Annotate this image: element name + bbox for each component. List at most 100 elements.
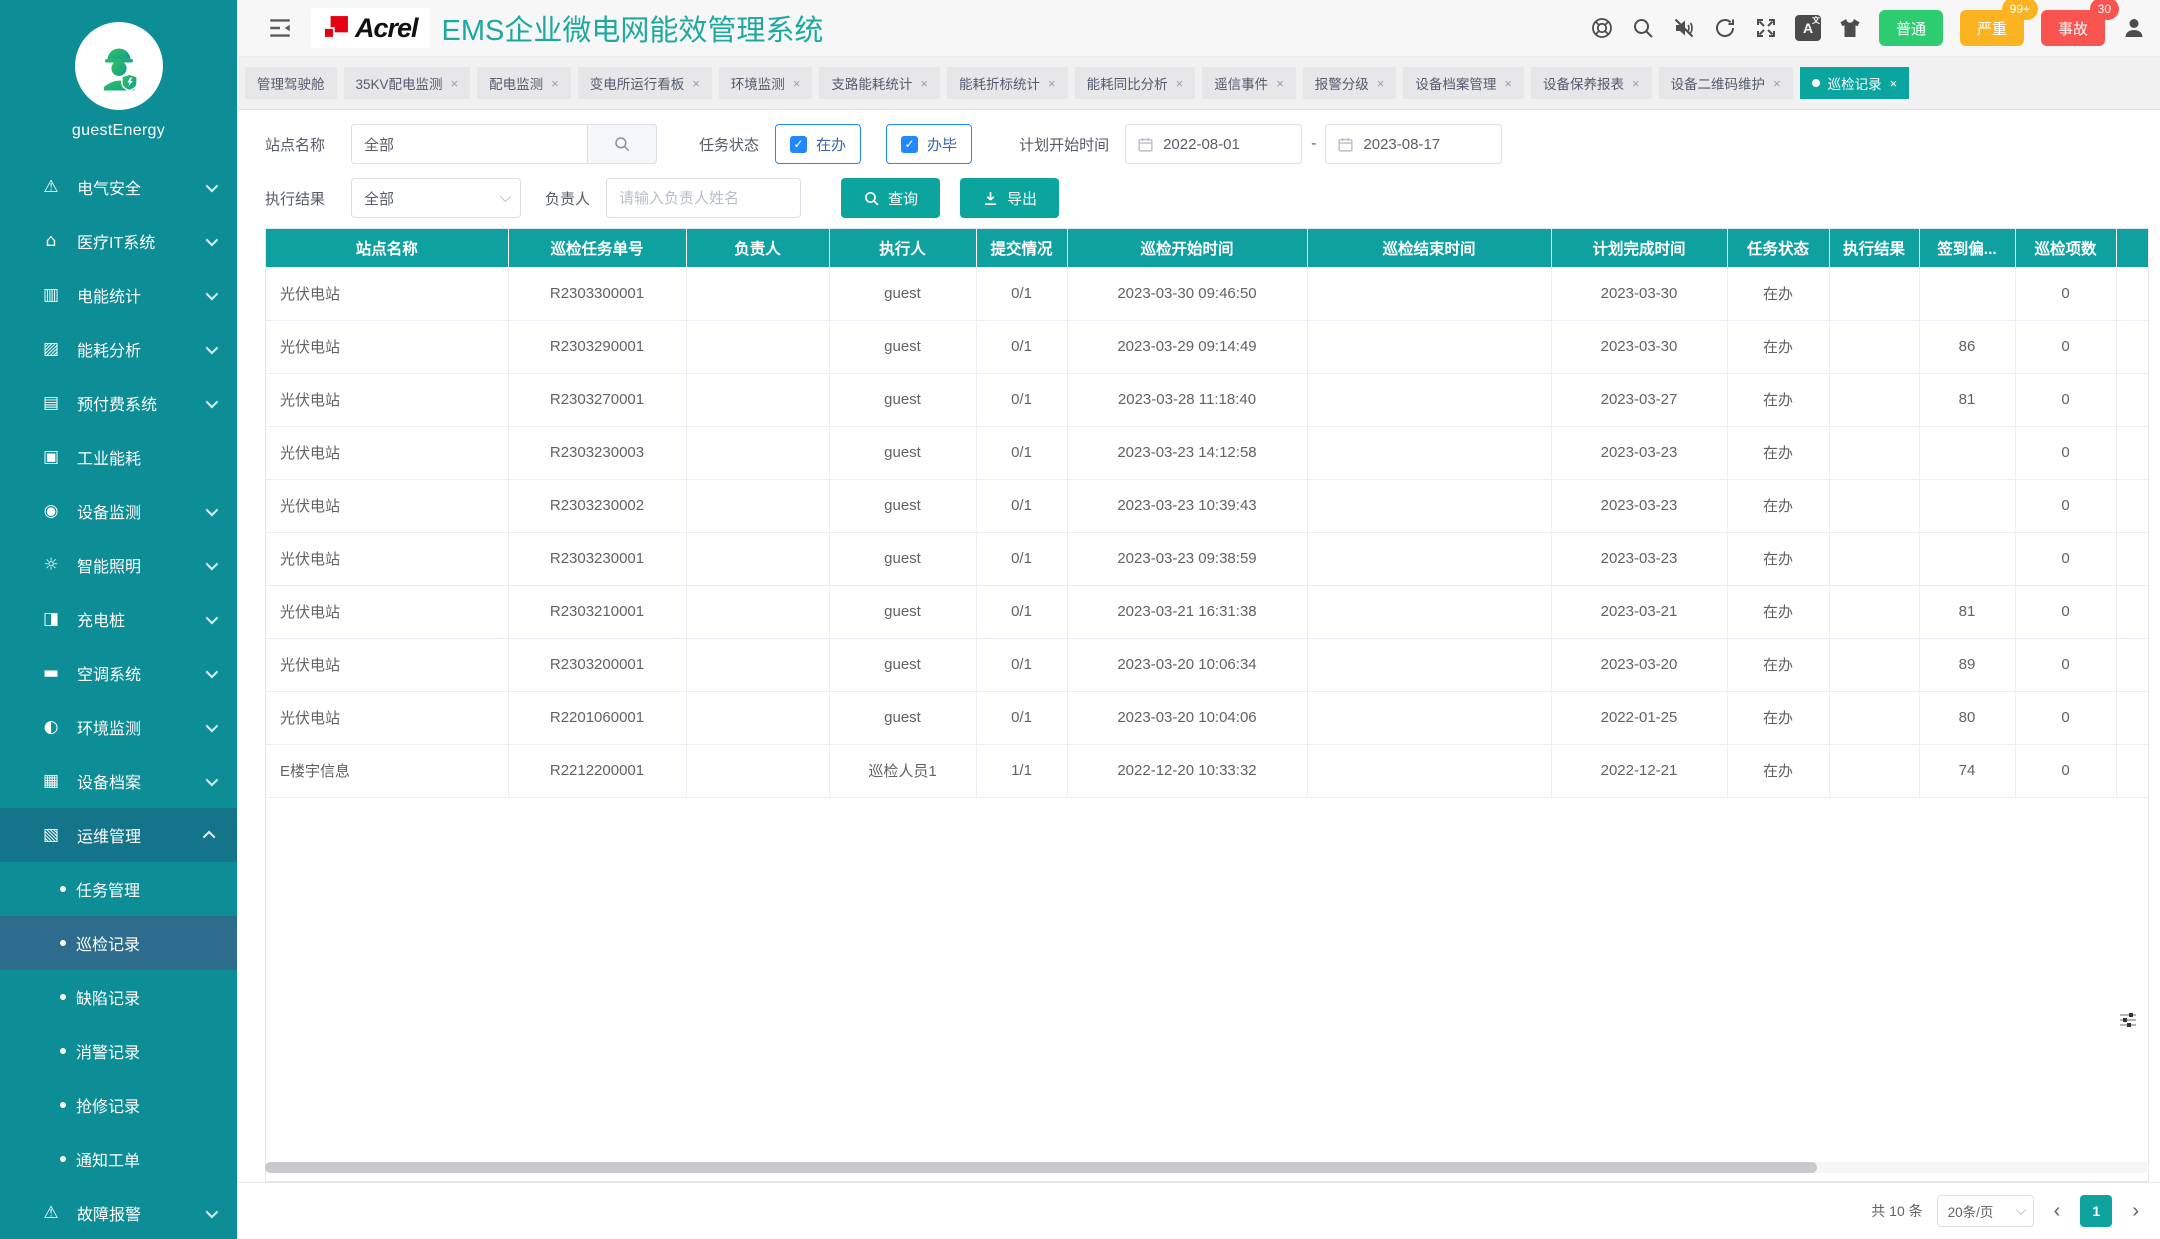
table-row[interactable]: 光伏电站 R2303290001 guest 0/1 2023-03-29 09… bbox=[266, 320, 2149, 373]
sidebar-item[interactable]: ▣ 工业能耗 bbox=[0, 430, 237, 484]
sidebar-item-fault-alarm[interactable]: ⚠ 故障报警 bbox=[0, 1186, 237, 1239]
user-icon[interactable] bbox=[2122, 16, 2146, 40]
table-row[interactable]: 光伏电站 R2303230001 guest 0/1 2023-03-23 09… bbox=[266, 532, 2149, 585]
tab[interactable]: 报警分级 × bbox=[1303, 67, 1397, 99]
status-checkbox-button[interactable]: ✓ 在办 bbox=[775, 124, 861, 164]
tab[interactable]: 遥信事件 × bbox=[1202, 67, 1296, 99]
page-size-select[interactable]: 20条/页 bbox=[1937, 1195, 2034, 1227]
status-checkbox-button[interactable]: ✓ 办毕 bbox=[886, 124, 972, 164]
alarm-level-badge[interactable]: 事故 30 bbox=[2041, 10, 2105, 46]
refresh-icon[interactable] bbox=[1713, 16, 1737, 40]
export-button[interactable]: 导出 bbox=[960, 178, 1059, 218]
alarm-level-badge[interactable]: 普通 bbox=[1879, 10, 1943, 46]
cell-owner bbox=[686, 638, 829, 691]
sidebar-subitem[interactable]: 消警记录 bbox=[0, 1024, 237, 1078]
tab-close-icon[interactable]: × bbox=[793, 76, 801, 91]
cell-start-time: 2023-03-20 10:04:06 bbox=[1067, 691, 1307, 744]
tab[interactable]: 设备二维码维护 × bbox=[1659, 67, 1793, 99]
tab-close-icon[interactable]: × bbox=[1176, 76, 1184, 91]
ops-management-icon: ▧ bbox=[40, 825, 62, 845]
table-row[interactable]: 光伏电站 R2303230003 guest 0/1 2023-03-23 14… bbox=[266, 426, 2149, 479]
cell-executor: guest bbox=[829, 426, 976, 479]
table-row[interactable]: 光伏电站 R2303300001 guest 0/1 2023-03-30 09… bbox=[266, 267, 2149, 320]
tab[interactable]: 配电监测 × bbox=[477, 67, 571, 99]
sidebar-item[interactable]: ☼ 智能照明 bbox=[0, 538, 237, 592]
alarm-level-badge[interactable]: 严重 99+ bbox=[1960, 10, 2024, 46]
cell-end-time bbox=[1307, 744, 1551, 797]
current-page-button[interactable]: 1 bbox=[2080, 1195, 2112, 1227]
date-to-input[interactable]: 2023-08-17 bbox=[1325, 124, 1502, 164]
sidebar-subitem[interactable]: 抢修记录 bbox=[0, 1078, 237, 1132]
tab[interactable]: 变电所运行看板 × bbox=[578, 67, 712, 99]
sidebar-item[interactable]: ▧ 运维管理 bbox=[0, 808, 237, 862]
cell-owner bbox=[686, 744, 829, 797]
table-row[interactable]: 光伏电站 R2303200001 guest 0/1 2023-03-20 10… bbox=[266, 638, 2149, 691]
cell-exec-result bbox=[1829, 691, 1919, 744]
sidebar-subitem[interactable]: 通知工单 bbox=[0, 1132, 237, 1186]
table-row[interactable]: E楼宇信息 R2212200001 巡检人员1 1/1 2022-12-20 1… bbox=[266, 744, 2149, 797]
sidebar-item[interactable]: ▬ 空调系统 bbox=[0, 646, 237, 700]
search-icon[interactable] bbox=[1631, 16, 1655, 40]
tab-close-icon[interactable]: × bbox=[1890, 76, 1898, 91]
tab[interactable]: 管理驾驶舱 bbox=[245, 67, 337, 99]
horizontal-scrollbar-thumb[interactable] bbox=[265, 1162, 1817, 1173]
tab[interactable]: 能耗折标统计 × bbox=[947, 67, 1068, 99]
cell-owner bbox=[686, 479, 829, 532]
fullscreen-icon[interactable] bbox=[1754, 16, 1778, 40]
next-page-button[interactable]: › bbox=[2126, 1195, 2145, 1227]
tab-close-icon[interactable]: × bbox=[692, 76, 700, 91]
table-row[interactable]: 光伏电站 R2303270001 guest 0/1 2023-03-28 11… bbox=[266, 373, 2149, 426]
sidebar-item[interactable]: ▦ 设备档案 bbox=[0, 754, 237, 808]
site-search-button[interactable] bbox=[588, 124, 657, 164]
translate-icon[interactable]: A文 bbox=[1795, 15, 1821, 41]
cell-defect-count bbox=[2116, 267, 2149, 320]
chevron-down-icon bbox=[206, 1205, 219, 1218]
tab[interactable]: 能耗同比分析 × bbox=[1075, 67, 1196, 99]
tab[interactable]: 巡检记录 × bbox=[1800, 67, 1910, 99]
bullet-icon bbox=[60, 994, 66, 1000]
sidebar-item[interactable]: ⌂ 医疗IT系统 bbox=[0, 214, 237, 268]
sidebar-item[interactable]: ▤ 预付费系统 bbox=[0, 376, 237, 430]
tab[interactable]: 环境监测 × bbox=[719, 67, 813, 99]
cell-executor: guest bbox=[829, 585, 976, 638]
tab-close-icon[interactable]: × bbox=[451, 76, 459, 91]
tab-close-icon[interactable]: × bbox=[1048, 76, 1056, 91]
tab-close-icon[interactable]: × bbox=[1504, 76, 1512, 91]
tab[interactable]: 35KV配电监测 × bbox=[344, 67, 471, 99]
sidebar-item[interactable]: ◨ 充电桩 bbox=[0, 592, 237, 646]
owner-input[interactable] bbox=[606, 178, 801, 218]
sidebar-item[interactable]: ⚠ 电气安全 bbox=[0, 160, 237, 214]
sidebar-subitem[interactable]: 巡检记录 bbox=[0, 916, 237, 970]
menu-fold-icon[interactable] bbox=[267, 15, 293, 41]
tab[interactable]: 支路能耗统计 × bbox=[819, 67, 940, 99]
cell-exec-result bbox=[1829, 479, 1919, 532]
cell-signin-offset: 89 bbox=[1919, 638, 2015, 691]
table-row[interactable]: 光伏电站 R2303210001 guest 0/1 2023-03-21 16… bbox=[266, 585, 2149, 638]
prev-page-button[interactable]: ‹ bbox=[2048, 1195, 2067, 1227]
tab-close-icon[interactable]: × bbox=[551, 76, 559, 91]
tab-close-icon[interactable]: × bbox=[1632, 76, 1640, 91]
sidebar-item[interactable]: ◐ 环境监测 bbox=[0, 700, 237, 754]
site-name-input[interactable] bbox=[351, 124, 588, 164]
table-row[interactable]: 光伏电站 R2201060001 guest 0/1 2023-03-20 10… bbox=[266, 691, 2149, 744]
table-row[interactable]: 光伏电站 R2303230002 guest 0/1 2023-03-23 10… bbox=[266, 479, 2149, 532]
sidebar-subitem[interactable]: 缺陷记录 bbox=[0, 970, 237, 1024]
tab-close-icon[interactable]: × bbox=[1377, 76, 1385, 91]
sidebar-item[interactable]: ▥ 电能统计 bbox=[0, 268, 237, 322]
query-button[interactable]: 查询 bbox=[841, 178, 940, 218]
sidebar-item[interactable]: ▨ 能耗分析 bbox=[0, 322, 237, 376]
exec-result-select[interactable]: 全部 bbox=[351, 178, 521, 218]
column-settings-icon[interactable] bbox=[2116, 1008, 2140, 1032]
date-from-input[interactable]: 2022-08-01 bbox=[1125, 124, 1302, 164]
tab[interactable]: 设备保养报表 × bbox=[1531, 67, 1652, 99]
tab-close-icon[interactable]: × bbox=[920, 76, 928, 91]
mute-icon[interactable] bbox=[1672, 16, 1696, 40]
ems-app: { "glyphs": { "close": "×", "check": "✓"… bbox=[0, 0, 2160, 1239]
sidebar-subitem[interactable]: 任务管理 bbox=[0, 862, 237, 916]
sidebar-item[interactable]: ◉ 设备监测 bbox=[0, 484, 237, 538]
help-ring-icon[interactable] bbox=[1590, 16, 1614, 40]
tab-close-icon[interactable]: × bbox=[1276, 76, 1284, 91]
tab-close-icon[interactable]: × bbox=[1773, 76, 1781, 91]
tab[interactable]: 设备档案管理 × bbox=[1403, 67, 1524, 99]
theme-shirt-icon[interactable] bbox=[1838, 16, 1862, 40]
